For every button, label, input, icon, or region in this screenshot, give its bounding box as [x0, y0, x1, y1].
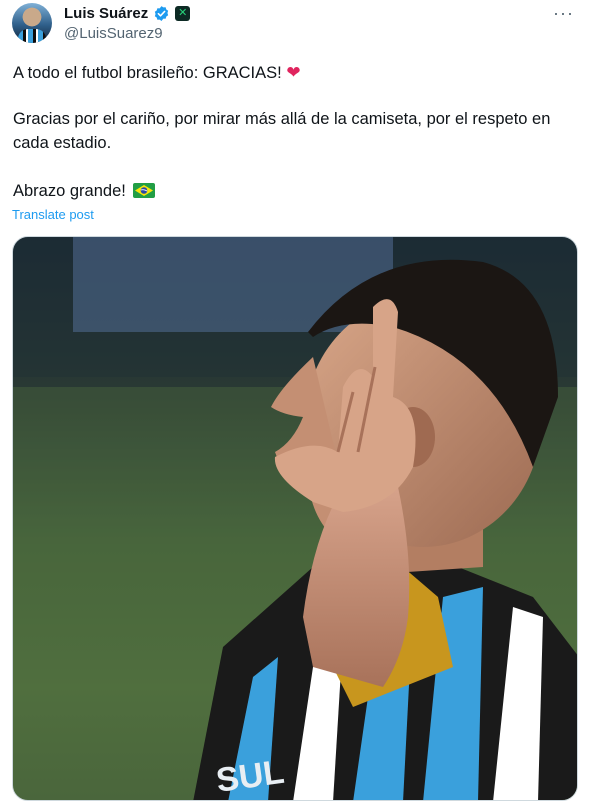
post-line-3: Abrazo grande! [13, 182, 126, 200]
author-name-row: Luis Suárez ✕ [64, 5, 191, 22]
post-paragraph-3: Abrazo grande! [13, 179, 579, 203]
author-display-name[interactable]: Luis Suárez [64, 5, 148, 22]
post-paragraph-2: Gracias por el cariño, por mirar más all… [13, 110, 551, 152]
post-paragraph-1: A todo el futbol brasileño: GRACIAS! ❤ [13, 61, 579, 85]
author-avatar[interactable] [12, 3, 52, 43]
more-options-icon[interactable]: ··· [553, 4, 574, 22]
translate-post-link[interactable]: Translate post [12, 207, 94, 222]
tweet: Luis Suárez ✕ @LuisSuarez9 ··· A todo el… [0, 0, 590, 811]
affiliation-badge-icon[interactable]: ✕ [175, 6, 191, 21]
post-line-1: A todo el futbol brasileño: GRACIAS! [13, 64, 282, 82]
avatar-jersey [18, 29, 46, 43]
verified-badge-icon[interactable] [153, 5, 170, 22]
player-photo-illustration: SUL [13, 237, 577, 800]
author-handle[interactable]: @LuisSuarez9 [64, 25, 163, 42]
brazil-flag-emoji [133, 183, 156, 198]
red-heart-emoji: ❤ [286, 63, 301, 82]
post-media-image[interactable]: SUL [12, 236, 578, 801]
